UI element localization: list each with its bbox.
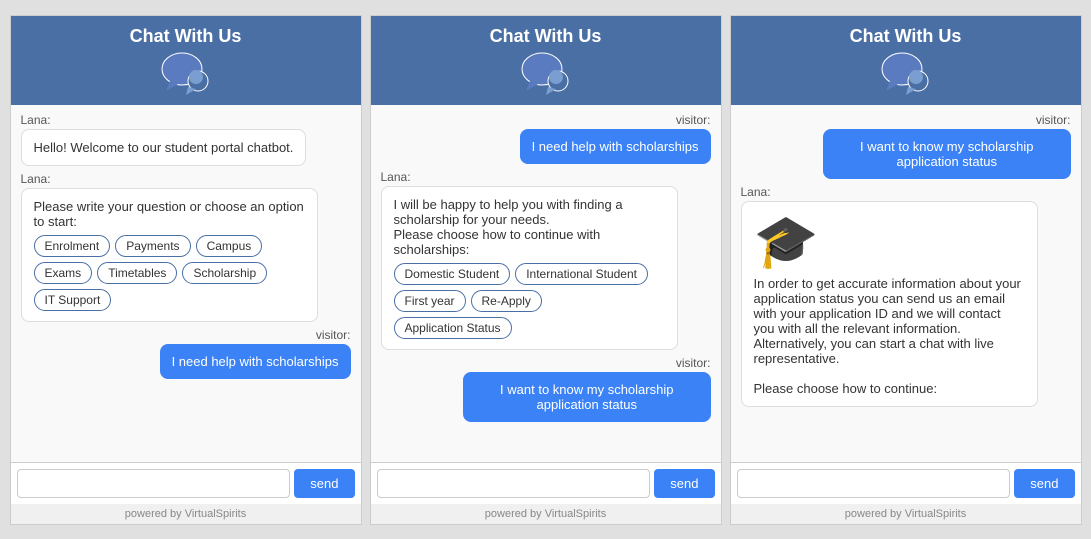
chat-widgets-container: Chat With Us Lana: Hello! Welcome to our… xyxy=(10,15,1082,525)
sender-label: Lana: xyxy=(21,113,51,127)
chat-widget-1: Chat With Us Lana: Hello! Welcome to our… xyxy=(10,15,362,525)
chat-input-2[interactable] xyxy=(377,469,651,498)
send-button-2[interactable]: send xyxy=(654,469,714,498)
visitor-text-1: I need help with scholarships xyxy=(172,354,339,369)
chat-icon-2 xyxy=(520,51,572,95)
option-campus[interactable]: Campus xyxy=(196,235,263,257)
chat-header-3: Chat With Us xyxy=(731,16,1081,105)
visitor-label-3a: visitor: xyxy=(1036,113,1071,127)
option-it-support[interactable]: IT Support xyxy=(34,289,112,311)
visitor-text-2a: I need help with scholarships xyxy=(532,139,699,154)
bot-bubble-2: Please write your question or choose an … xyxy=(21,188,318,322)
option-scholarship[interactable]: Scholarship xyxy=(182,262,267,284)
visitor-label-2a: visitor: xyxy=(676,113,711,127)
visitor-bubble-2b: I want to know my scholarship applicatio… xyxy=(463,372,711,422)
options-row-2: Domestic Student International Student F… xyxy=(394,263,665,339)
visitor-container-2b: visitor: I want to know my scholarship a… xyxy=(381,356,711,422)
graduation-cap-icon: 🎓 xyxy=(754,216,1025,268)
chat-body-2: visitor: I need help with scholarships L… xyxy=(371,105,721,462)
bot-bubble: Hello! Welcome to our student portal cha… xyxy=(21,129,307,166)
option-first-year[interactable]: First year xyxy=(394,290,466,312)
powered-by-1: powered by VirtualSpirits xyxy=(11,504,361,524)
chat-input-3[interactable] xyxy=(737,469,1011,498)
chat-widget-2: Chat With Us visitor: I need help with s… xyxy=(370,15,722,525)
bot-message-container: Lana: Hello! Welcome to our student port… xyxy=(21,113,351,166)
visitor-container-3a: visitor: I want to know my scholarship a… xyxy=(741,113,1071,179)
chat-footer-2: send xyxy=(371,462,721,504)
visitor-message-container-1: visitor: I need help with scholarships xyxy=(21,328,351,379)
chat-icon-3 xyxy=(880,51,932,95)
bot-text-3: In order to get accurate information abo… xyxy=(754,276,1021,396)
option-payments[interactable]: Payments xyxy=(115,235,190,257)
sender-label-3: Lana: xyxy=(741,185,771,199)
chat-header-2: Chat With Us xyxy=(371,16,721,105)
visitor-bubble-3a: I want to know my scholarship applicatio… xyxy=(823,129,1071,179)
chat-body-1: Lana: Hello! Welcome to our student port… xyxy=(11,105,361,462)
options-row-1: Enrolment Payments Campus Exams Timetabl… xyxy=(34,235,305,311)
option-exams[interactable]: Exams xyxy=(34,262,93,284)
option-timetables[interactable]: Timetables xyxy=(97,262,177,284)
chat-body-3: visitor: I want to know my scholarship a… xyxy=(731,105,1081,462)
chat-footer-1: send xyxy=(11,462,361,504)
sender-label-2: Lana: xyxy=(21,172,51,186)
chat-input-1[interactable] xyxy=(17,469,291,498)
bot-text-2b: I will be happy to help you with finding… xyxy=(394,197,623,257)
send-button-3[interactable]: send xyxy=(1014,469,1074,498)
bot-container-3: Lana: 🎓 In order to get accurate informa… xyxy=(741,185,1071,407)
visitor-text-3a: I want to know my scholarship applicatio… xyxy=(860,139,1033,169)
chat-footer-3: send xyxy=(731,462,1081,504)
chat-icon-1 xyxy=(160,51,212,95)
visitor-label-2b: visitor: xyxy=(676,356,711,370)
visitor-label-1: visitor: xyxy=(316,328,351,342)
visitor-bubble-2a: I need help with scholarships xyxy=(520,129,711,164)
option-international[interactable]: International Student xyxy=(515,263,648,285)
bot-bubble-3: 🎓 In order to get accurate information a… xyxy=(741,201,1038,407)
bot-bubble-2b: I will be happy to help you with finding… xyxy=(381,186,678,350)
chat-title-3: Chat With Us xyxy=(850,26,962,47)
chat-header-1: Chat With Us xyxy=(11,16,361,105)
send-button-1[interactable]: send xyxy=(294,469,354,498)
option-reapply[interactable]: Re-Apply xyxy=(471,290,542,312)
visitor-bubble-1: I need help with scholarships xyxy=(160,344,351,379)
chat-widget-3: Chat With Us visitor: I want to know my … xyxy=(730,15,1082,525)
bot-options-container: Lana: Please write your question or choo… xyxy=(21,172,351,322)
sender-label-2b: Lana: xyxy=(381,170,411,184)
option-app-status[interactable]: Application Status xyxy=(394,317,512,339)
chat-title-1: Chat With Us xyxy=(130,26,242,47)
bot-container-2: Lana: I will be happy to help you with f… xyxy=(381,170,711,350)
visitor-text-2b: I want to know my scholarship applicatio… xyxy=(500,382,673,412)
bot-text: Hello! Welcome to our student portal cha… xyxy=(34,140,294,155)
powered-by-2: powered by VirtualSpirits xyxy=(371,504,721,524)
powered-by-3: powered by VirtualSpirits xyxy=(731,504,1081,524)
option-domestic[interactable]: Domestic Student xyxy=(394,263,511,285)
option-enrolment[interactable]: Enrolment xyxy=(34,235,111,257)
visitor-container-2a: visitor: I need help with scholarships xyxy=(381,113,711,164)
chat-title-2: Chat With Us xyxy=(490,26,602,47)
bot-text-2: Please write your question or choose an … xyxy=(34,199,304,229)
